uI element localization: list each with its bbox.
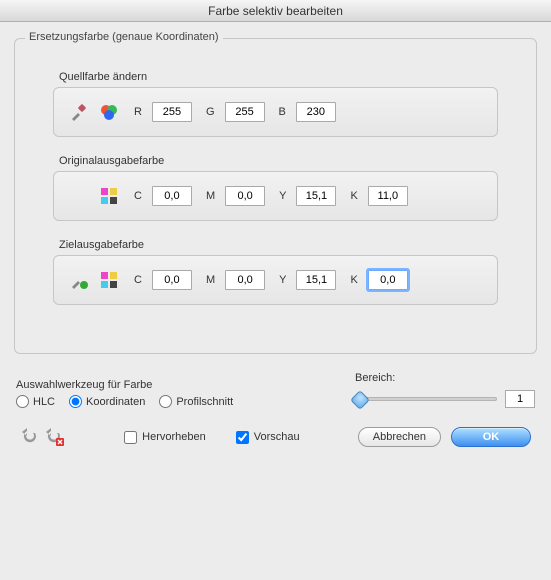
source-title: Quellfarbe ändern	[59, 71, 498, 83]
original-title: Originalausgabefarbe	[59, 155, 498, 167]
target-title: Zielausgabefarbe	[59, 239, 498, 251]
label-c: C	[134, 190, 142, 202]
label-r: R	[134, 106, 142, 118]
tool-radios: HLC Koordinaten Profilschnitt	[16, 395, 325, 408]
label-k: K	[350, 190, 357, 202]
vorschau-label: Vorschau	[254, 431, 300, 443]
source-panel: R G B	[53, 87, 498, 137]
radio-profilschnitt[interactable]: Profilschnitt	[159, 395, 233, 408]
range-label: Bereich:	[355, 372, 535, 384]
radio-hlc[interactable]: HLC	[16, 395, 55, 408]
original-output-section: Originalausgabefarbe C M Y K	[53, 155, 498, 221]
cancel-button[interactable]: Abbrechen	[358, 427, 441, 447]
radio-hlc-label: HLC	[33, 396, 55, 408]
color-circles-icon[interactable]	[98, 101, 120, 123]
hervorheben-input[interactable]	[124, 431, 137, 444]
reset-icon[interactable]	[44, 426, 66, 448]
group-label: Ersetzungsfarbe (genaue Koordinaten)	[25, 31, 223, 43]
radio-koordinaten[interactable]: Koordinaten	[69, 395, 145, 408]
undo-icon[interactable]	[20, 426, 42, 448]
cmyk-swatch-icon[interactable]	[98, 269, 120, 291]
vorschau-checkbox[interactable]: Vorschau	[236, 431, 300, 444]
range-group: Bereich:	[355, 372, 535, 408]
orig-c[interactable]	[152, 186, 192, 206]
orig-y[interactable]	[296, 186, 336, 206]
range-value[interactable]	[505, 390, 535, 408]
label-y: Y	[279, 190, 286, 202]
input-g[interactable]	[225, 102, 265, 122]
target-output-section: Zielausgabefarbe C M Y K	[53, 239, 498, 305]
radio-hlc-input[interactable]	[16, 395, 29, 408]
hervorheben-checkbox[interactable]: Hervorheben	[124, 431, 206, 444]
bottom-row: Auswahlwerkzeug für Farbe HLC Koordinate…	[16, 372, 535, 408]
tgt-k[interactable]	[368, 270, 408, 290]
eyedropper-add-icon[interactable]	[68, 269, 90, 291]
eyedropper-icon[interactable]	[68, 101, 90, 123]
label-y: Y	[279, 274, 286, 286]
target-panel: C M Y K	[53, 255, 498, 305]
slider-thumb-icon[interactable]	[350, 390, 370, 410]
dialog-content: Ersetzungsfarbe (genaue Koordinaten) Que…	[0, 22, 551, 458]
source-color-section: Quellfarbe ändern R G B	[53, 71, 498, 137]
orig-k[interactable]	[368, 186, 408, 206]
ok-button[interactable]: OK	[451, 427, 531, 447]
tool-label: Auswahlwerkzeug für Farbe	[16, 379, 325, 391]
tgt-c[interactable]	[152, 270, 192, 290]
input-r[interactable]	[152, 102, 192, 122]
tgt-m[interactable]	[225, 270, 265, 290]
original-panel: C M Y K	[53, 171, 498, 221]
tool-group: Auswahlwerkzeug für Farbe HLC Koordinate…	[16, 379, 325, 408]
tgt-y[interactable]	[296, 270, 336, 290]
window-title: Farbe selektiv bearbeiten	[208, 4, 343, 18]
label-m: M	[206, 274, 215, 286]
replacement-color-group: Ersetzungsfarbe (genaue Koordinaten) Que…	[14, 38, 537, 354]
label-c: C	[134, 274, 142, 286]
slider-row	[355, 390, 535, 408]
radio-koord-input[interactable]	[69, 395, 82, 408]
label-m: M	[206, 190, 215, 202]
undo-icons	[20, 426, 66, 448]
radio-profil-input[interactable]	[159, 395, 172, 408]
input-b[interactable]	[296, 102, 336, 122]
label-b: B	[279, 106, 286, 118]
label-k: K	[350, 274, 357, 286]
window-titlebar: Farbe selektiv bearbeiten	[0, 0, 551, 22]
orig-m[interactable]	[225, 186, 265, 206]
footer: Hervorheben Vorschau Abbrechen OK	[14, 426, 537, 448]
label-g: G	[206, 106, 215, 118]
radio-koord-label: Koordinaten	[86, 396, 145, 408]
range-slider[interactable]	[355, 397, 497, 401]
hervorheben-label: Hervorheben	[142, 431, 206, 443]
radio-profil-label: Profilschnitt	[176, 396, 233, 408]
vorschau-input[interactable]	[236, 431, 249, 444]
cmyk-swatch-icon[interactable]	[98, 185, 120, 207]
